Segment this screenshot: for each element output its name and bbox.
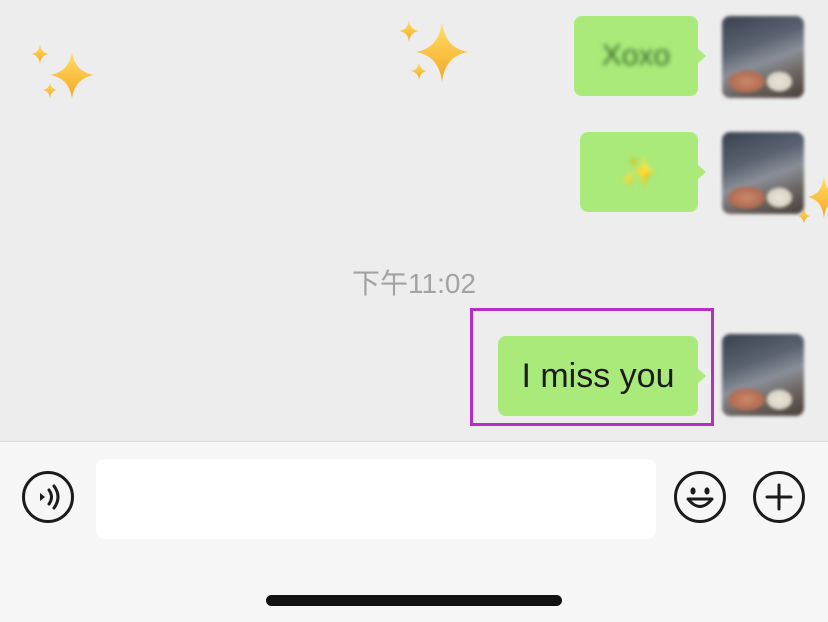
message-text: I miss you — [521, 356, 675, 395]
avatar[interactable] — [722, 16, 804, 98]
message-input[interactable] — [96, 459, 656, 539]
message-text: Xoxo — [601, 39, 671, 72]
message-timestamp: 下午11:02 — [352, 268, 476, 299]
chat-area: Xoxo ✨ 下午11:02 I miss you — [0, 0, 828, 441]
message-bubble[interactable]: I miss you — [498, 336, 706, 416]
plus-button[interactable] — [753, 471, 805, 523]
avatar[interactable] — [722, 334, 804, 416]
message-bubble[interactable]: ✨ — [580, 132, 706, 212]
message-text: ✨ — [620, 155, 658, 189]
emoji-icon — [686, 487, 714, 508]
avatar[interactable] — [722, 132, 804, 214]
home-indicator[interactable] — [266, 595, 562, 606]
plus-icon — [765, 483, 793, 511]
voice-input-button[interactable] — [22, 471, 74, 523]
message-bubble[interactable]: Xoxo — [574, 16, 706, 96]
sparkles-icon — [31, 44, 94, 98]
input-bar — [0, 441, 828, 622]
emoji-button[interactable] — [674, 471, 726, 523]
voice-input-icon — [40, 484, 60, 510]
sparkles-icon — [399, 20, 468, 82]
